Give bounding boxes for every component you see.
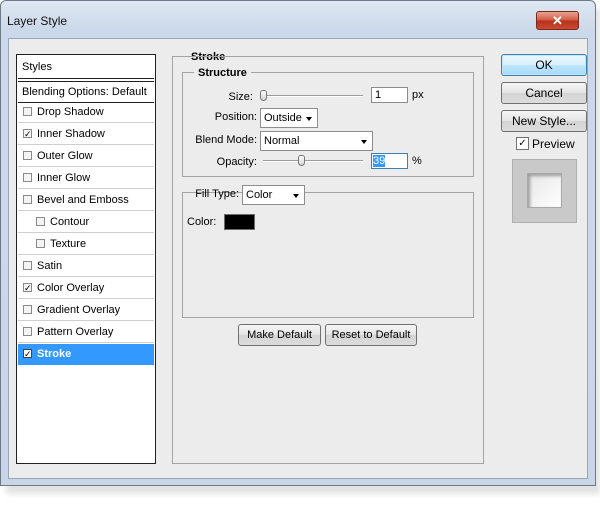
position-dropdown[interactable]: Outside — [260, 108, 318, 128]
style-item-texture[interactable]: Texture — [18, 234, 154, 255]
style-checkbox[interactable] — [36, 239, 45, 248]
fill-group — [182, 192, 474, 318]
style-item-stroke[interactable]: ✓ Stroke — [18, 344, 154, 365]
style-item-pattern-overlay[interactable]: Pattern Overlay — [18, 322, 154, 343]
opacity-slider-track[interactable] — [263, 160, 363, 162]
styles-list: Styles Blending Options: Default Drop Sh… — [16, 54, 156, 464]
reset-to-default-button[interactable]: Reset to Default — [325, 324, 417, 346]
dialog-client: Styles Blending Options: Default Drop Sh… — [8, 38, 588, 479]
size-slider-track[interactable] — [263, 95, 363, 97]
chevron-down-icon — [361, 140, 367, 144]
style-preview — [512, 159, 577, 223]
style-item-inner-shadow[interactable]: ✓ Inner Shadow — [18, 124, 154, 145]
style-item-contour[interactable]: Contour — [18, 212, 154, 233]
style-checkbox[interactable] — [36, 217, 45, 226]
window-title: Layer Style — [7, 14, 68, 28]
new-style-button[interactable]: New Style... — [501, 110, 587, 132]
size-unit: px — [412, 89, 424, 101]
style-item-bevel-and-emboss[interactable]: Bevel and Emboss — [18, 190, 154, 211]
opacity-input[interactable]: 39 — [371, 153, 408, 169]
style-checkbox[interactable]: ✓ — [23, 129, 32, 139]
cancel-button[interactable]: Cancel — [501, 82, 587, 104]
style-item-label: Stroke — [37, 348, 72, 360]
styles-header[interactable]: Styles — [18, 56, 154, 79]
stroke-color-swatch[interactable] — [224, 214, 255, 230]
ok-button[interactable]: OK — [501, 54, 587, 76]
style-item-satin[interactable]: Satin — [18, 256, 154, 277]
close-button[interactable]: ✕ — [536, 11, 579, 30]
title-bar[interactable]: Layer Style ✕ — [1, 1, 595, 37]
chevron-down-icon — [293, 194, 299, 198]
style-item-drop-shadow[interactable]: Drop Shadow — [18, 102, 154, 123]
style-item-label: Bevel and Emboss — [37, 194, 129, 206]
style-item-label: Inner Shadow — [37, 128, 105, 140]
preview-checkbox[interactable]: ✓ — [516, 137, 529, 150]
style-item-gradient-overlay[interactable]: Gradient Overlay — [18, 300, 154, 321]
style-checkbox[interactable] — [23, 173, 32, 182]
opacity-unit: % — [412, 155, 422, 167]
style-checkbox[interactable]: ✓ — [23, 349, 32, 359]
size-input[interactable]: 1 — [371, 87, 408, 103]
style-checkbox[interactable] — [23, 195, 32, 204]
layer-style-dialog: Layer Style ✕ Styles Blending Options: D… — [0, 0, 596, 486]
opacity-label: Opacity: — [216, 156, 257, 168]
size-label: Size: — [228, 91, 253, 103]
structure-title: Structure — [194, 67, 251, 79]
style-item-inner-glow[interactable]: Inner Glow — [18, 168, 154, 189]
blend-mode-label: Blend Mode: — [195, 134, 257, 146]
size-slider-thumb[interactable] — [260, 90, 267, 101]
close-icon: ✕ — [552, 13, 563, 28]
color-label: Color: — [187, 216, 217, 228]
style-item-label: Pattern Overlay — [37, 326, 114, 338]
style-checkbox[interactable] — [23, 305, 32, 314]
style-item-color-overlay[interactable]: ✓ Color Overlay — [18, 278, 154, 299]
style-checkbox[interactable] — [23, 151, 32, 160]
style-checkbox[interactable]: ✓ — [23, 283, 32, 293]
style-checkbox[interactable] — [23, 107, 32, 116]
blending-options-item[interactable]: Blending Options: Default — [18, 81, 154, 103]
chevron-down-icon — [306, 117, 312, 121]
fill-type-label: Fill Type: — [195, 188, 239, 200]
style-item-label: Outer Glow — [37, 150, 93, 162]
style-checkbox[interactable] — [23, 261, 32, 270]
opacity-slider-thumb[interactable] — [298, 155, 305, 166]
check-icon: ✓ — [518, 138, 527, 149]
blend-mode-dropdown[interactable]: Normal — [260, 131, 373, 151]
preview-label: Preview — [532, 137, 575, 151]
style-item-label: Color Overlay — [37, 282, 105, 294]
style-item-label: Inner Glow — [37, 172, 91, 184]
position-label: Position: — [214, 111, 257, 123]
style-item-label: Drop Shadow — [37, 106, 104, 118]
preview-thumbnail — [527, 173, 562, 208]
make-default-button[interactable]: Make Default — [238, 324, 321, 346]
style-item-label: Satin — [37, 260, 63, 272]
style-item-label: Contour — [50, 216, 90, 228]
fill-type-dropdown[interactable]: Color — [242, 185, 305, 205]
style-checkbox[interactable] — [23, 327, 32, 336]
style-item-label: Gradient Overlay — [37, 304, 121, 316]
style-item-label: Texture — [50, 238, 87, 250]
style-item-outer-glow[interactable]: Outer Glow — [18, 146, 154, 167]
